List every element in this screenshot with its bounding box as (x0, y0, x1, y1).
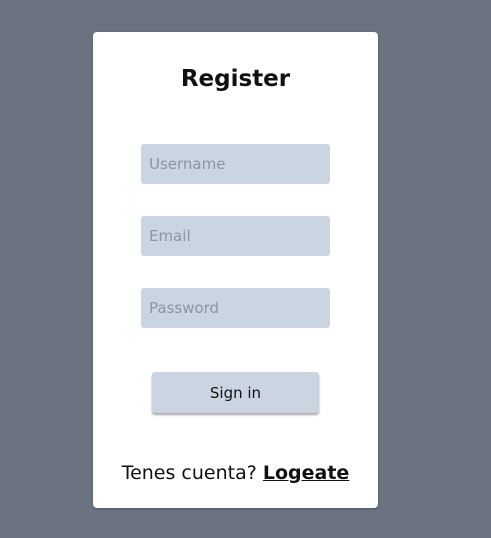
login-link[interactable]: Logeate (263, 462, 349, 484)
username-input[interactable] (141, 144, 330, 184)
form-title: Register (180, 66, 291, 92)
login-prompt-text: Tenes cuenta? (121, 462, 257, 484)
register-card: Register Sign in Tenes cuenta? Logeate (93, 32, 378, 508)
password-input[interactable] (141, 288, 330, 328)
email-input[interactable] (141, 216, 330, 256)
sign-in-button[interactable]: Sign in (152, 372, 319, 413)
login-prompt: Tenes cuenta? Logeate (93, 464, 378, 483)
